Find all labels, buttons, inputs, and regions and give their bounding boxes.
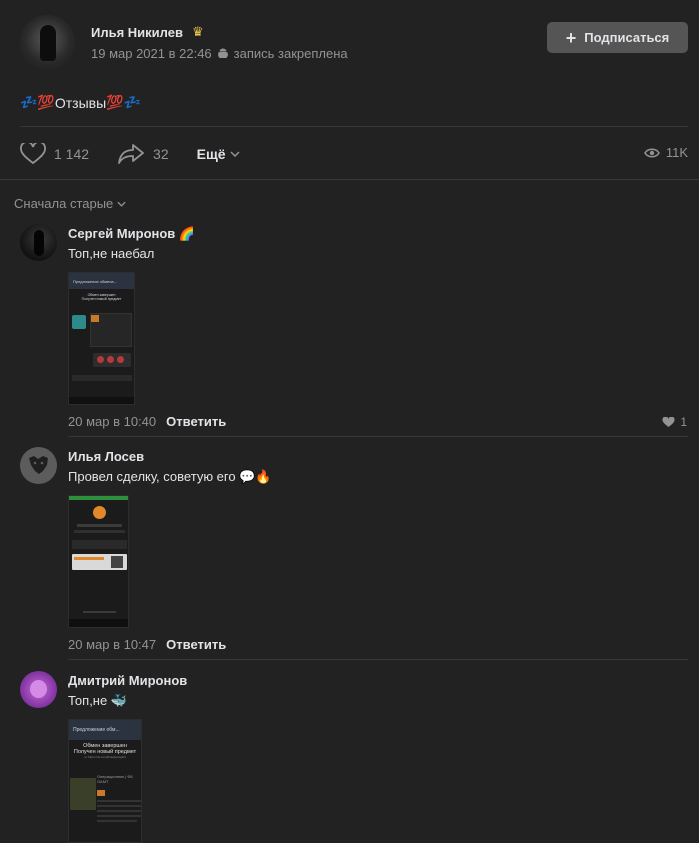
subscribe-button[interactable]: + Подписаться xyxy=(547,22,688,53)
reply-button[interactable]: Ответить xyxy=(166,414,226,429)
eye-icon xyxy=(643,148,660,157)
post-actions: 1 142 32 Ещё 11K xyxy=(20,142,688,166)
comment-like-count: 1 xyxy=(680,415,687,429)
comment-divider xyxy=(68,436,688,437)
comment-date[interactable]: 20 мар в 10:40 xyxy=(68,414,156,429)
comment-text: Топ,не наебал xyxy=(68,246,155,261)
divider xyxy=(20,126,688,127)
android-icon xyxy=(217,48,228,58)
share-icon xyxy=(118,144,144,164)
post-text: 💤💯 Отзывы 💯💤 xyxy=(20,94,141,111)
screenshot-subtitle: Получен новый предмет xyxy=(81,297,122,301)
commenter-avatar[interactable] xyxy=(20,671,57,708)
comment-divider xyxy=(68,659,688,660)
screenshot-header: Предложение обм... xyxy=(73,727,120,733)
comment-like-button[interactable]: 1 xyxy=(662,415,687,429)
chevron-down-icon xyxy=(117,201,126,207)
pinned-label: запись закреплена xyxy=(233,46,348,61)
heart-icon xyxy=(20,143,46,165)
rainbow-icon: 🌈 xyxy=(178,226,196,241)
post-emoji-left: 💤💯 xyxy=(20,94,55,110)
post-card: Илья Никилев ♛ 19 мар 2021 в 22:46 запис… xyxy=(0,0,699,843)
commenter-name-text: Сергей Миронов xyxy=(68,226,176,241)
views-counter: 11K xyxy=(643,145,688,160)
views-count: 11K xyxy=(665,145,688,160)
commenter-avatar[interactable] xyxy=(20,447,57,484)
commenter-name[interactable]: Илья Лосев xyxy=(68,449,144,464)
comment-meta: 20 мар в 10:47 Ответить xyxy=(68,637,226,652)
share-button[interactable]: 32 xyxy=(117,143,169,165)
commenter-name[interactable]: Дмитрий Миронов xyxy=(68,673,187,688)
comment-text: Топ,не 🐳 xyxy=(68,693,127,709)
whale-icon: 🐳 xyxy=(110,693,128,708)
screenshot-header: Предложение обмена... xyxy=(73,278,117,284)
comment-text-body: Провел сделку, советую его xyxy=(68,469,236,484)
crown-icon: ♛ xyxy=(192,24,204,39)
sort-dropdown[interactable]: Сначала старые xyxy=(14,196,126,211)
commenter-avatar[interactable] xyxy=(20,224,57,261)
comment-meta: 20 мар в 10:40 Ответить xyxy=(68,414,226,429)
post-emoji-right: 💯💤 xyxy=(106,94,142,110)
post-meta: 19 мар 2021 в 22:46 запись закреплена xyxy=(91,46,348,61)
screenshot-link: от https://vk.com/lbrasjupnigki4 xyxy=(84,755,126,759)
comment-screenshot[interactable]: Предложение обмена... Обмен завершен Пол… xyxy=(68,272,135,405)
plus-icon: + xyxy=(565,27,577,48)
author-name[interactable]: Илья Никилев xyxy=(91,25,183,40)
comment-text-body: Топ,не xyxy=(68,693,108,708)
section-divider xyxy=(0,179,699,180)
comment-screenshot[interactable]: Предложение обм... Обмен завершен Получе… xyxy=(68,719,142,843)
subscribe-label: Подписаться xyxy=(584,30,670,45)
comment-date[interactable]: 20 мар в 10:47 xyxy=(68,637,156,652)
dog-icon xyxy=(29,456,48,474)
comment-screenshot[interactable] xyxy=(68,495,129,628)
shares-count: 32 xyxy=(153,146,169,162)
commenter-name[interactable]: Сергей Миронов 🌈 xyxy=(68,226,195,242)
author-avatar[interactable] xyxy=(20,15,75,70)
post-text-body: Отзывы xyxy=(54,94,107,111)
more-label: Ещё xyxy=(196,146,226,162)
heart-icon xyxy=(662,416,675,427)
post-date[interactable]: 19 мар 2021 в 22:46 xyxy=(91,46,212,61)
screenshot-item-sub: ОАМТ xyxy=(97,779,109,784)
reply-button[interactable]: Ответить xyxy=(166,637,226,652)
chevron-down-icon xyxy=(230,151,240,157)
more-button[interactable]: Ещё xyxy=(197,146,240,162)
likes-count: 1 142 xyxy=(54,146,90,162)
comment-text: Провел сделку, советую его 💬🔥 xyxy=(68,469,272,485)
comment-emoji: 💬🔥 xyxy=(239,469,272,484)
like-button[interactable]: 1 142 xyxy=(20,143,89,165)
sort-label: Сначала старые xyxy=(14,196,114,211)
